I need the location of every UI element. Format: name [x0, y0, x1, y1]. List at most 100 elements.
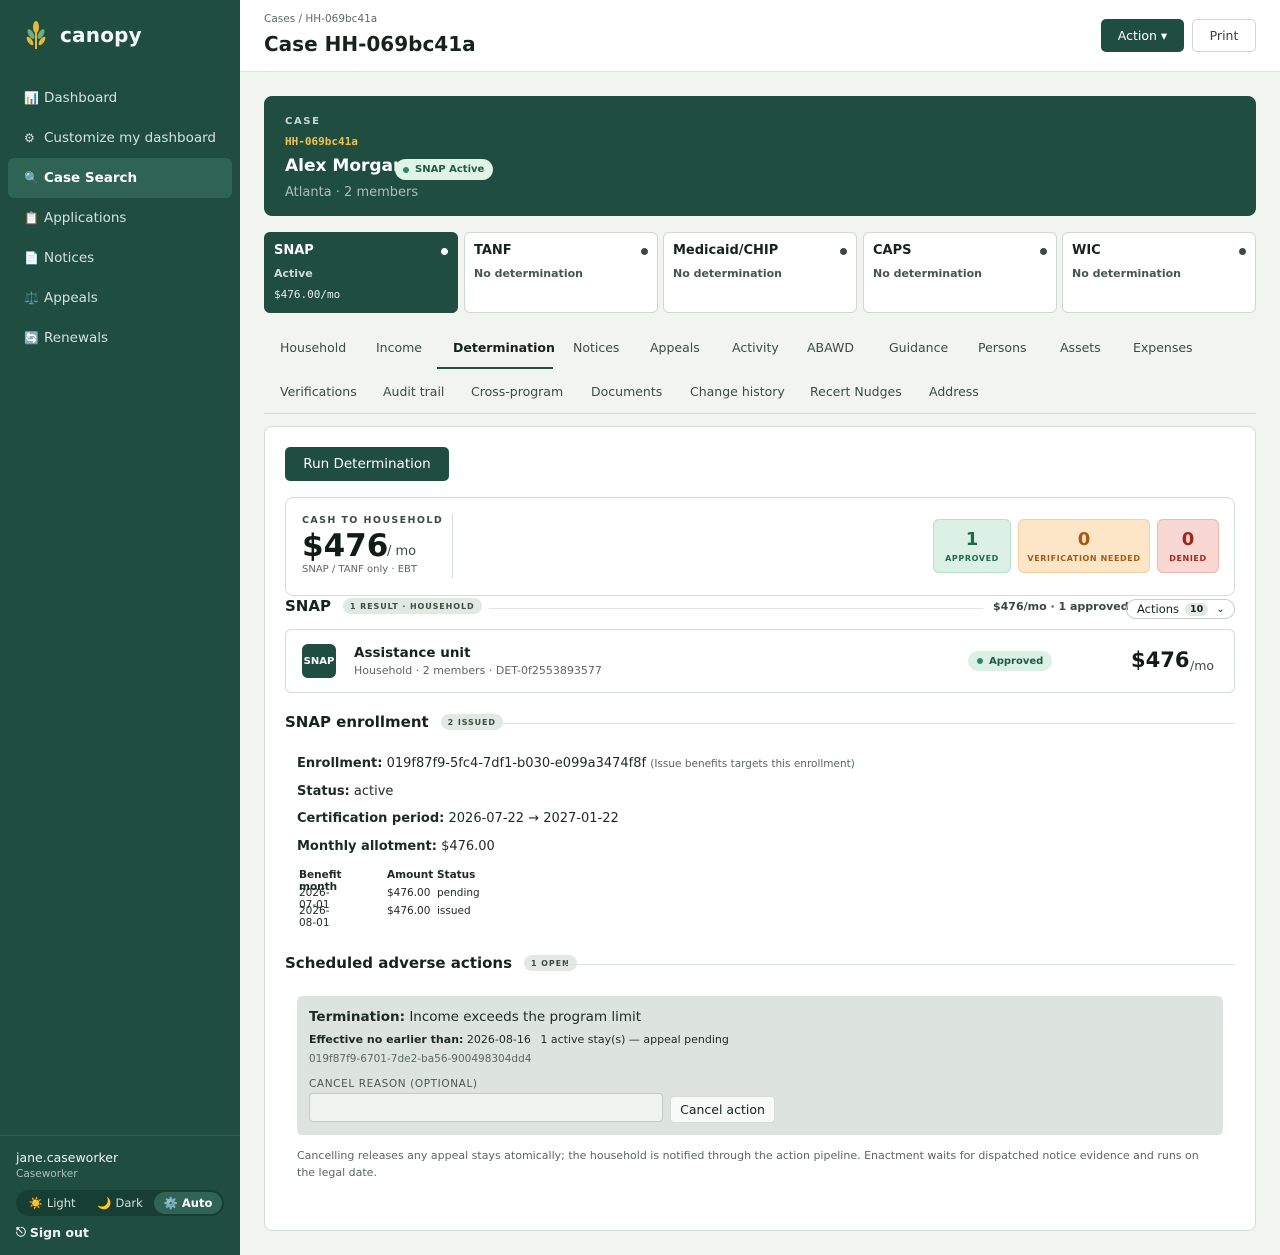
theme-light-option[interactable]: ☀️ Light: [18, 1192, 86, 1214]
enrollment-value: 019f87f9-5fc4-7df1-b030-e099a3474f8f: [386, 756, 647, 771]
snap-summary-meta: $476/mo · 1 approved: [993, 600, 1129, 613]
cancel-reason-input[interactable]: [309, 1093, 663, 1122]
case-banner: CASE HH-069bc41a Alex Morgan SNAP Active…: [264, 96, 1256, 216]
enrollment-note: (Issue benefits targets this enrollment): [650, 758, 855, 770]
tab-household[interactable]: Household: [280, 340, 346, 355]
program-card-caps[interactable]: CAPS No determination: [863, 232, 1057, 313]
assistance-unit-title: Assistance unit: [354, 645, 471, 661]
status-dot-icon: [1040, 248, 1047, 255]
tab-change-history[interactable]: Change history: [690, 384, 785, 399]
actions-dropdown-button[interactable]: Actions 10 ⌄: [1126, 599, 1235, 619]
assistance-unit-subtitle: Household · 2 members · DET-0f2553893577: [354, 664, 602, 677]
main-nav: 📊 Dashboard ⚙ Customize my dashboard 🔍 Case S…: [8, 78, 232, 358]
program-card-tanf[interactable]: TANF No determination: [464, 232, 658, 313]
tab-audit-trail[interactable]: Audit trail: [383, 384, 444, 399]
breadcrumb[interactable]: Cases / HH-069bc41a: [264, 13, 377, 25]
approved-badge-label: Approved: [989, 655, 1044, 667]
sidebar: canopy 📊 Dashboard ⚙ Customize my dashboard…: [0, 0, 240, 1255]
sign-out-label: Sign out: [29, 1224, 89, 1240]
status-badge: SNAP Active: [395, 159, 494, 180]
denied-stat[interactable]: 0 DENIED: [1157, 519, 1219, 573]
user-name: jane.caseworker: [16, 1150, 119, 1165]
snap-program-icon: SNAP: [302, 644, 336, 678]
program-status: No determination: [873, 267, 982, 280]
run-determination-button[interactable]: Run Determination: [285, 447, 449, 481]
monthly-allotment-value: $476.00: [441, 839, 495, 854]
sidebar-item-case-search[interactable]: 🔍 Case Search: [8, 158, 232, 198]
tab-address[interactable]: Address: [929, 384, 979, 399]
program-card-medicaid-chip[interactable]: Medicaid/CHIP No determination: [663, 232, 857, 313]
sign-out-link[interactable]: ⎋ Sign out: [16, 1224, 89, 1240]
sidebar-item-dashboard[interactable]: 📊 Dashboard: [8, 78, 232, 118]
tab-income[interactable]: Income: [376, 340, 422, 355]
enrollment-id-row: Enrollment: 019f87f9-5fc4-7df1-b030-e099…: [297, 756, 855, 771]
status-dot-icon: [840, 248, 847, 255]
tab-verifications[interactable]: Verifications: [280, 384, 357, 399]
adverse-action-id: 019f87f9-6701-7de2-ba56-900498304dd4: [309, 1053, 532, 1065]
program-card-snap[interactable]: SNAP Active $476.00/mo: [264, 232, 458, 313]
tab-abawd[interactable]: ABAWD: [807, 340, 854, 355]
sun-icon: ☀️: [28, 1196, 43, 1210]
program-status: No determination: [673, 267, 782, 280]
tab-determination[interactable]: Determination: [453, 340, 555, 355]
case-location: Atlanta · 2 members: [285, 185, 419, 200]
snap-section-title: SNAP: [285, 597, 331, 615]
cash-eyebrow: CASH TO HOUSEHOLD: [302, 515, 444, 526]
cancel-action-button[interactable]: Cancel action: [670, 1096, 775, 1123]
verification-needed-stat[interactable]: 0 VERIFICATION NEEDED: [1018, 519, 1150, 573]
approved-label: APPROVED: [945, 554, 999, 563]
cash-note: SNAP / TANF only · EBT: [302, 564, 417, 575]
snap-section-header: SNAP 1 RESULT · HOUSEHOLD: [285, 597, 482, 615]
theme-dark-option[interactable]: 🌙 Dark: [86, 1192, 154, 1214]
tab-expenses[interactable]: Expenses: [1133, 340, 1193, 355]
applications-icon: 📋: [24, 211, 39, 225]
effective-date-value: 2026-08-16: [466, 1033, 531, 1046]
sidebar-item-notices[interactable]: 📄 Notices: [8, 238, 232, 278]
benefit-amount: $476: [1131, 648, 1190, 672]
sidebar-item-renewals[interactable]: 🔄 Renewals: [8, 318, 232, 358]
benefit-unit: /mo: [1190, 658, 1215, 673]
program-name: TANF: [474, 243, 512, 258]
monthly-allotment-label: Monthly allotment:: [297, 839, 437, 854]
gear-icon: ⚙️: [163, 1196, 178, 1210]
program-name: SNAP: [274, 243, 314, 258]
adverse-actions-title: Scheduled adverse actions: [285, 954, 513, 972]
denied-count: 0: [1181, 529, 1195, 550]
status-value: active: [353, 784, 394, 799]
divider: [452, 514, 453, 578]
renewals-icon: 🔄: [24, 331, 39, 345]
tab-cross-program[interactable]: Cross-program: [471, 384, 563, 399]
tab-notices[interactable]: Notices: [573, 340, 619, 355]
tab-recert-nudges[interactable]: Recert Nudges: [810, 384, 902, 399]
approved-badge: Approved: [968, 651, 1053, 671]
theme-dark-label: Dark: [115, 1196, 143, 1210]
table-cell: pending: [437, 887, 480, 899]
theme-auto-label: Auto: [181, 1196, 213, 1210]
enrollment-section-header: SNAP enrollment 2 ISSUED: [285, 713, 503, 731]
tab-persons[interactable]: Persons: [978, 340, 1027, 355]
tab-appeals[interactable]: Appeals: [650, 340, 700, 355]
program-card-wic[interactable]: WIC No determination: [1062, 232, 1256, 313]
theme-auto-option[interactable]: ⚙️ Auto: [154, 1192, 222, 1214]
adverse-actions-section-header: Scheduled adverse actions 1 OPEN: [285, 954, 577, 972]
case-holder-name: Alex Morgan: [285, 156, 406, 176]
tab-activity[interactable]: Activity: [732, 340, 779, 355]
cancel-reason-label: CANCEL REASON (OPTIONAL): [309, 1078, 478, 1090]
moon-icon: 🌙: [97, 1196, 112, 1210]
sidebar-item-applications[interactable]: 📋 Applications: [8, 198, 232, 238]
dashboard-icon: 📊: [24, 91, 39, 105]
approved-stat[interactable]: 1 APPROVED: [933, 519, 1011, 573]
tab-documents[interactable]: Documents: [591, 384, 662, 399]
tab-guidance[interactable]: Guidance: [889, 340, 948, 355]
print-button[interactable]: Print: [1192, 19, 1256, 52]
brand[interactable]: canopy: [22, 20, 142, 50]
table-cell: $476.00: [387, 887, 431, 899]
page-title: Case HH-069bc41a: [264, 32, 476, 56]
enrollment-section-title: SNAP enrollment: [285, 713, 429, 731]
assistance-unit-card[interactable]: SNAP Assistance unit Household · 2 membe…: [285, 629, 1235, 693]
action-menu-button[interactable]: Action ▾: [1101, 19, 1184, 52]
sidebar-item-customize[interactable]: ⚙ Customize my dashboard: [8, 118, 232, 158]
brand-name: canopy: [60, 23, 142, 47]
sidebar-item-appeals[interactable]: ⚖️ Appeals: [8, 278, 232, 318]
tab-assets[interactable]: Assets: [1060, 340, 1101, 355]
